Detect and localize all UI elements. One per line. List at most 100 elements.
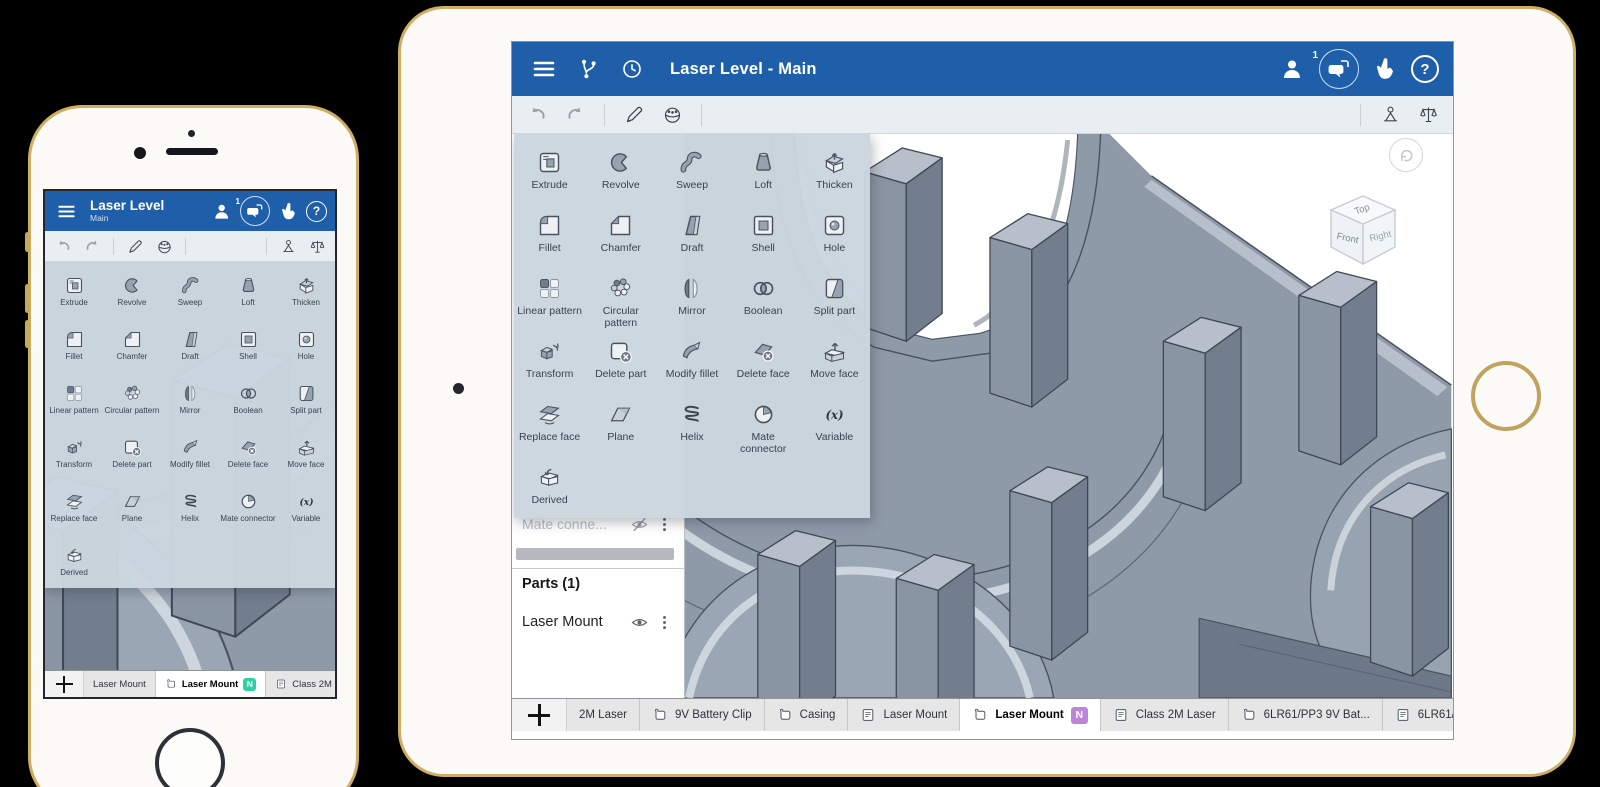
feature-menu-item[interactable]: Plane [585,394,656,457]
feature-menu-item[interactable]: Delete part [585,331,656,394]
undo-icon[interactable] [51,234,75,258]
feature-menu-item[interactable]: Circular pattern [103,376,161,430]
feature-menu-item[interactable]: Draft [161,322,219,376]
model-viewport[interactable]: Extrude Revolve Sweep Loft Thicken Fille… [45,262,335,670]
feature-menu-item[interactable]: Shell [728,205,799,268]
feature-menu-item[interactable]: Loft [728,142,799,205]
overflow-menu-icon[interactable] [655,613,674,632]
feature-menu-item[interactable]: Mate connector [219,484,277,538]
feature-menu-item[interactable]: Linear pattern [45,376,103,430]
document-tab[interactable]: Laser Mount [84,671,156,697]
feature-menu-item[interactable]: Sweep [161,268,219,322]
feature-menu-item[interactable]: Extrude [45,268,103,322]
collaborators-icon[interactable]: 1 [209,198,235,224]
feature-menu-item[interactable]: Shell [219,322,277,376]
measure-icon[interactable] [1375,100,1405,130]
feature-menu-item[interactable]: Replace face [514,394,585,457]
help-icon[interactable]: ? [1411,55,1439,83]
comments-icon[interactable] [240,196,270,226]
collaborators-icon[interactable]: 1 [1275,51,1311,87]
document-tab[interactable]: Laser Mount N [960,699,1100,731]
versions-icon[interactable] [570,51,606,87]
sketch-icon[interactable] [123,234,147,258]
feature-menu-item[interactable]: Linear pattern [514,268,585,331]
feature-menu-item[interactable]: Modify fillet [656,331,727,394]
feature-menu-item[interactable]: Derived [514,457,585,520]
tablet-home-button[interactable] [1471,361,1541,431]
document-tab[interactable]: 9V Battery Clip [640,699,765,731]
feature-menu-item[interactable]: Thicken [799,142,870,205]
feature-menu-item[interactable]: Boolean [728,268,799,331]
features-icon[interactable] [657,100,687,130]
sketch-icon[interactable] [619,100,649,130]
history-icon[interactable] [614,51,650,87]
feature-menu-item[interactable]: Move face [277,430,335,484]
orbit-button[interactable] [1389,138,1423,172]
feature-menu-item[interactable]: Transform [514,331,585,394]
document-tab[interactable]: Laser Mount N [156,671,266,697]
document-tab[interactable]: Laser Mount [848,699,960,731]
feature-menu-item[interactable]: Delete face [728,331,799,394]
feature-menu-item[interactable]: (x) Variable [799,394,870,457]
help-icon[interactable]: ? [306,201,327,222]
new-tab-button[interactable] [512,699,567,731]
measure-icon[interactable] [276,234,300,258]
feature-menu-item[interactable]: Helix [161,484,219,538]
feature-menu-item[interactable]: (x) Variable [277,484,335,538]
touch-mode-icon[interactable] [275,198,301,224]
eye-icon[interactable] [630,613,649,632]
feature-menu-item[interactable]: Helix [656,394,727,457]
new-tab-button[interactable] [45,671,84,697]
document-tab[interactable]: 6LR61/PP3 9V Bat... [1229,699,1383,731]
menu-icon[interactable] [53,198,79,224]
document-tab[interactable]: 2M Laser [567,699,640,731]
feature-menu-item[interactable]: Mirror [656,268,727,331]
feature-menu-item[interactable]: Sweep [656,142,727,205]
scrollbar[interactable] [516,548,674,560]
part-list-item[interactable]: Laser Mount [512,606,684,638]
feature-menu-item[interactable]: Move face [799,331,870,394]
feature-menu-item[interactable]: Modify fillet [161,430,219,484]
mass-properties-icon[interactable] [1413,100,1443,130]
feature-menu-item[interactable]: Split part [277,376,335,430]
document-tab[interactable]: Class 2M Laser [1101,699,1229,731]
mass-properties-icon[interactable] [305,234,329,258]
feature-menu-item[interactable]: Revolve [585,142,656,205]
feature-menu-item[interactable]: Mate connector [728,394,799,457]
model-viewport[interactable]: Top Front Right Mate conne... [512,134,1453,698]
menu-icon[interactable] [526,51,562,87]
view-cube[interactable]: Top Front Right [1321,188,1405,272]
redo-icon[interactable] [80,234,104,258]
feature-menu-item[interactable]: Split part [799,268,870,331]
feature-menu-item[interactable]: Chamfer [585,205,656,268]
feature-menu-item[interactable]: Fillet [514,205,585,268]
feature-menu-item[interactable]: Chamfer [103,322,161,376]
feature-menu-item[interactable]: Extrude [514,142,585,205]
phone-home-button[interactable] [155,728,225,787]
undo-icon[interactable] [522,100,552,130]
feature-menu-item[interactable]: Fillet [45,322,103,376]
feature-menu-item[interactable]: Boolean [219,376,277,430]
feature-menu-item[interactable]: Hole [277,322,335,376]
feature-menu-item[interactable]: Hole [799,205,870,268]
redo-icon[interactable] [560,100,590,130]
features-icon[interactable] [152,234,176,258]
feature-menu-item[interactable]: Transform [45,430,103,484]
feature-menu-item[interactable]: Thicken [277,268,335,322]
feature-menu-item[interactable]: Replace face [45,484,103,538]
feature-menu-item[interactable]: Delete face [219,430,277,484]
document-tab[interactable]: 6LR61/PP3 9V Bat... [1383,699,1453,731]
feature-menu-item-label: Modify fillet [666,369,719,381]
document-tab[interactable]: Casing [765,699,849,731]
feature-menu-item[interactable]: Draft [656,205,727,268]
feature-menu-item[interactable]: Mirror [161,376,219,430]
touch-mode-icon[interactable] [1367,51,1403,87]
document-tab[interactable]: Class 2M Laser [266,671,335,697]
feature-menu-item[interactable]: Delete part [103,430,161,484]
feature-menu-item[interactable]: Revolve [103,268,161,322]
feature-menu-item[interactable]: Plane [103,484,161,538]
comments-icon[interactable] [1319,49,1359,89]
feature-menu-item[interactable]: Circular pattern [585,268,656,331]
feature-menu-item[interactable]: Derived [45,538,103,592]
feature-menu-item[interactable]: Loft [219,268,277,322]
